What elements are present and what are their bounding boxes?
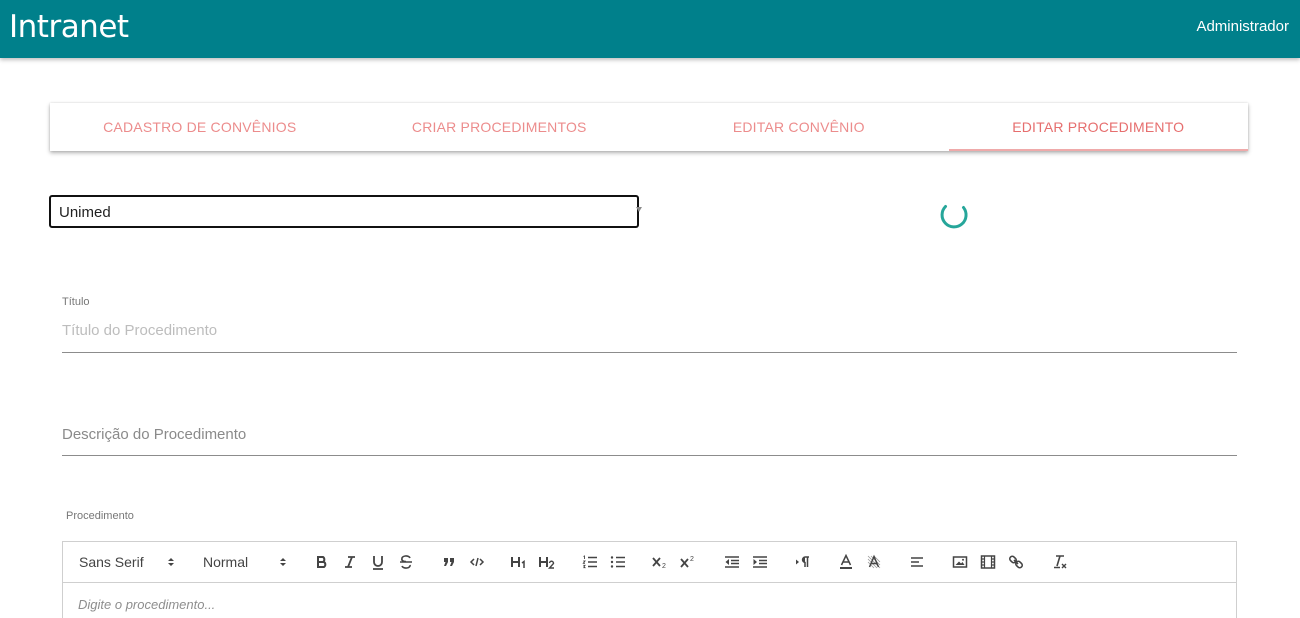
size-picker[interactable]: Normal [203,552,287,572]
picker-arrows-icon [168,558,174,566]
svg-text:2: 2 [690,556,694,563]
editor-toolbar: Sans Serif Normal 2 2 [63,542,1236,583]
header1-icon[interactable] [509,552,529,572]
italic-icon[interactable] [341,552,359,572]
titulo-label: Título [62,296,90,308]
header2-icon[interactable] [537,552,557,572]
subscript-icon[interactable]: 2 [651,552,669,572]
rich-text-editor: Sans Serif Normal 2 2 Digite o procedime… [62,541,1237,618]
titulo-input[interactable]: Título do Procedimento [62,322,217,339]
convenio-select-value: Unimed [59,204,111,221]
align-icon[interactable] [908,552,926,572]
text-color-icon[interactable] [837,552,855,572]
code-block-icon[interactable] [468,552,486,572]
ordered-list-icon[interactable] [581,552,599,572]
titulo-underline [62,352,1237,353]
editor-content[interactable]: Digite o procedimento... [78,597,215,612]
chevron-down-icon [636,207,642,212]
video-icon[interactable] [979,552,997,572]
procedimento-label: Procedimento [66,510,134,522]
app-bar: Intranet Administrador [0,0,1300,58]
user-menu[interactable]: Administrador [1196,18,1289,35]
convenio-select[interactable]: Unimed [49,195,642,228]
strike-icon[interactable] [397,552,415,572]
tab-cadastro-convenios[interactable]: CADASTRO DE CONVÊNIOS [50,103,350,151]
size-picker-label: Normal [203,554,249,570]
svg-text:2: 2 [662,563,666,569]
link-icon[interactable] [1007,552,1025,572]
indent-icon[interactable] [751,552,769,572]
tab-editar-convenio[interactable]: EDITAR CONVÊNIO [649,103,949,151]
underline-icon[interactable] [369,552,387,572]
bold-icon[interactable] [313,552,331,572]
image-icon[interactable] [951,552,969,572]
clean-format-icon[interactable] [1051,552,1069,572]
bullet-list-icon[interactable] [609,552,627,572]
font-picker[interactable]: Sans Serif [79,552,175,572]
outdent-icon[interactable] [723,552,741,572]
picker-arrows-icon [280,558,286,566]
spinner-icon [940,205,968,229]
tab-criar-procedimentos[interactable]: CRIAR PROCEDIMENTOS [350,103,650,151]
font-picker-label: Sans Serif [79,554,144,570]
text-direction-icon[interactable] [794,552,812,572]
app-title[interactable]: Intranet [9,9,129,45]
descricao-underline [62,455,1237,456]
descricao-input[interactable]: Descrição do Procedimento [62,426,246,443]
background-color-icon[interactable] [865,552,883,572]
tab-editar-procedimento[interactable]: EDITAR PROCEDIMENTO [948,103,1249,151]
blockquote-icon[interactable] [440,552,458,572]
tab-bar: CADASTRO DE CONVÊNIOS CRIAR PROCEDIMENTO… [50,103,1248,151]
superscript-icon[interactable]: 2 [679,552,697,572]
